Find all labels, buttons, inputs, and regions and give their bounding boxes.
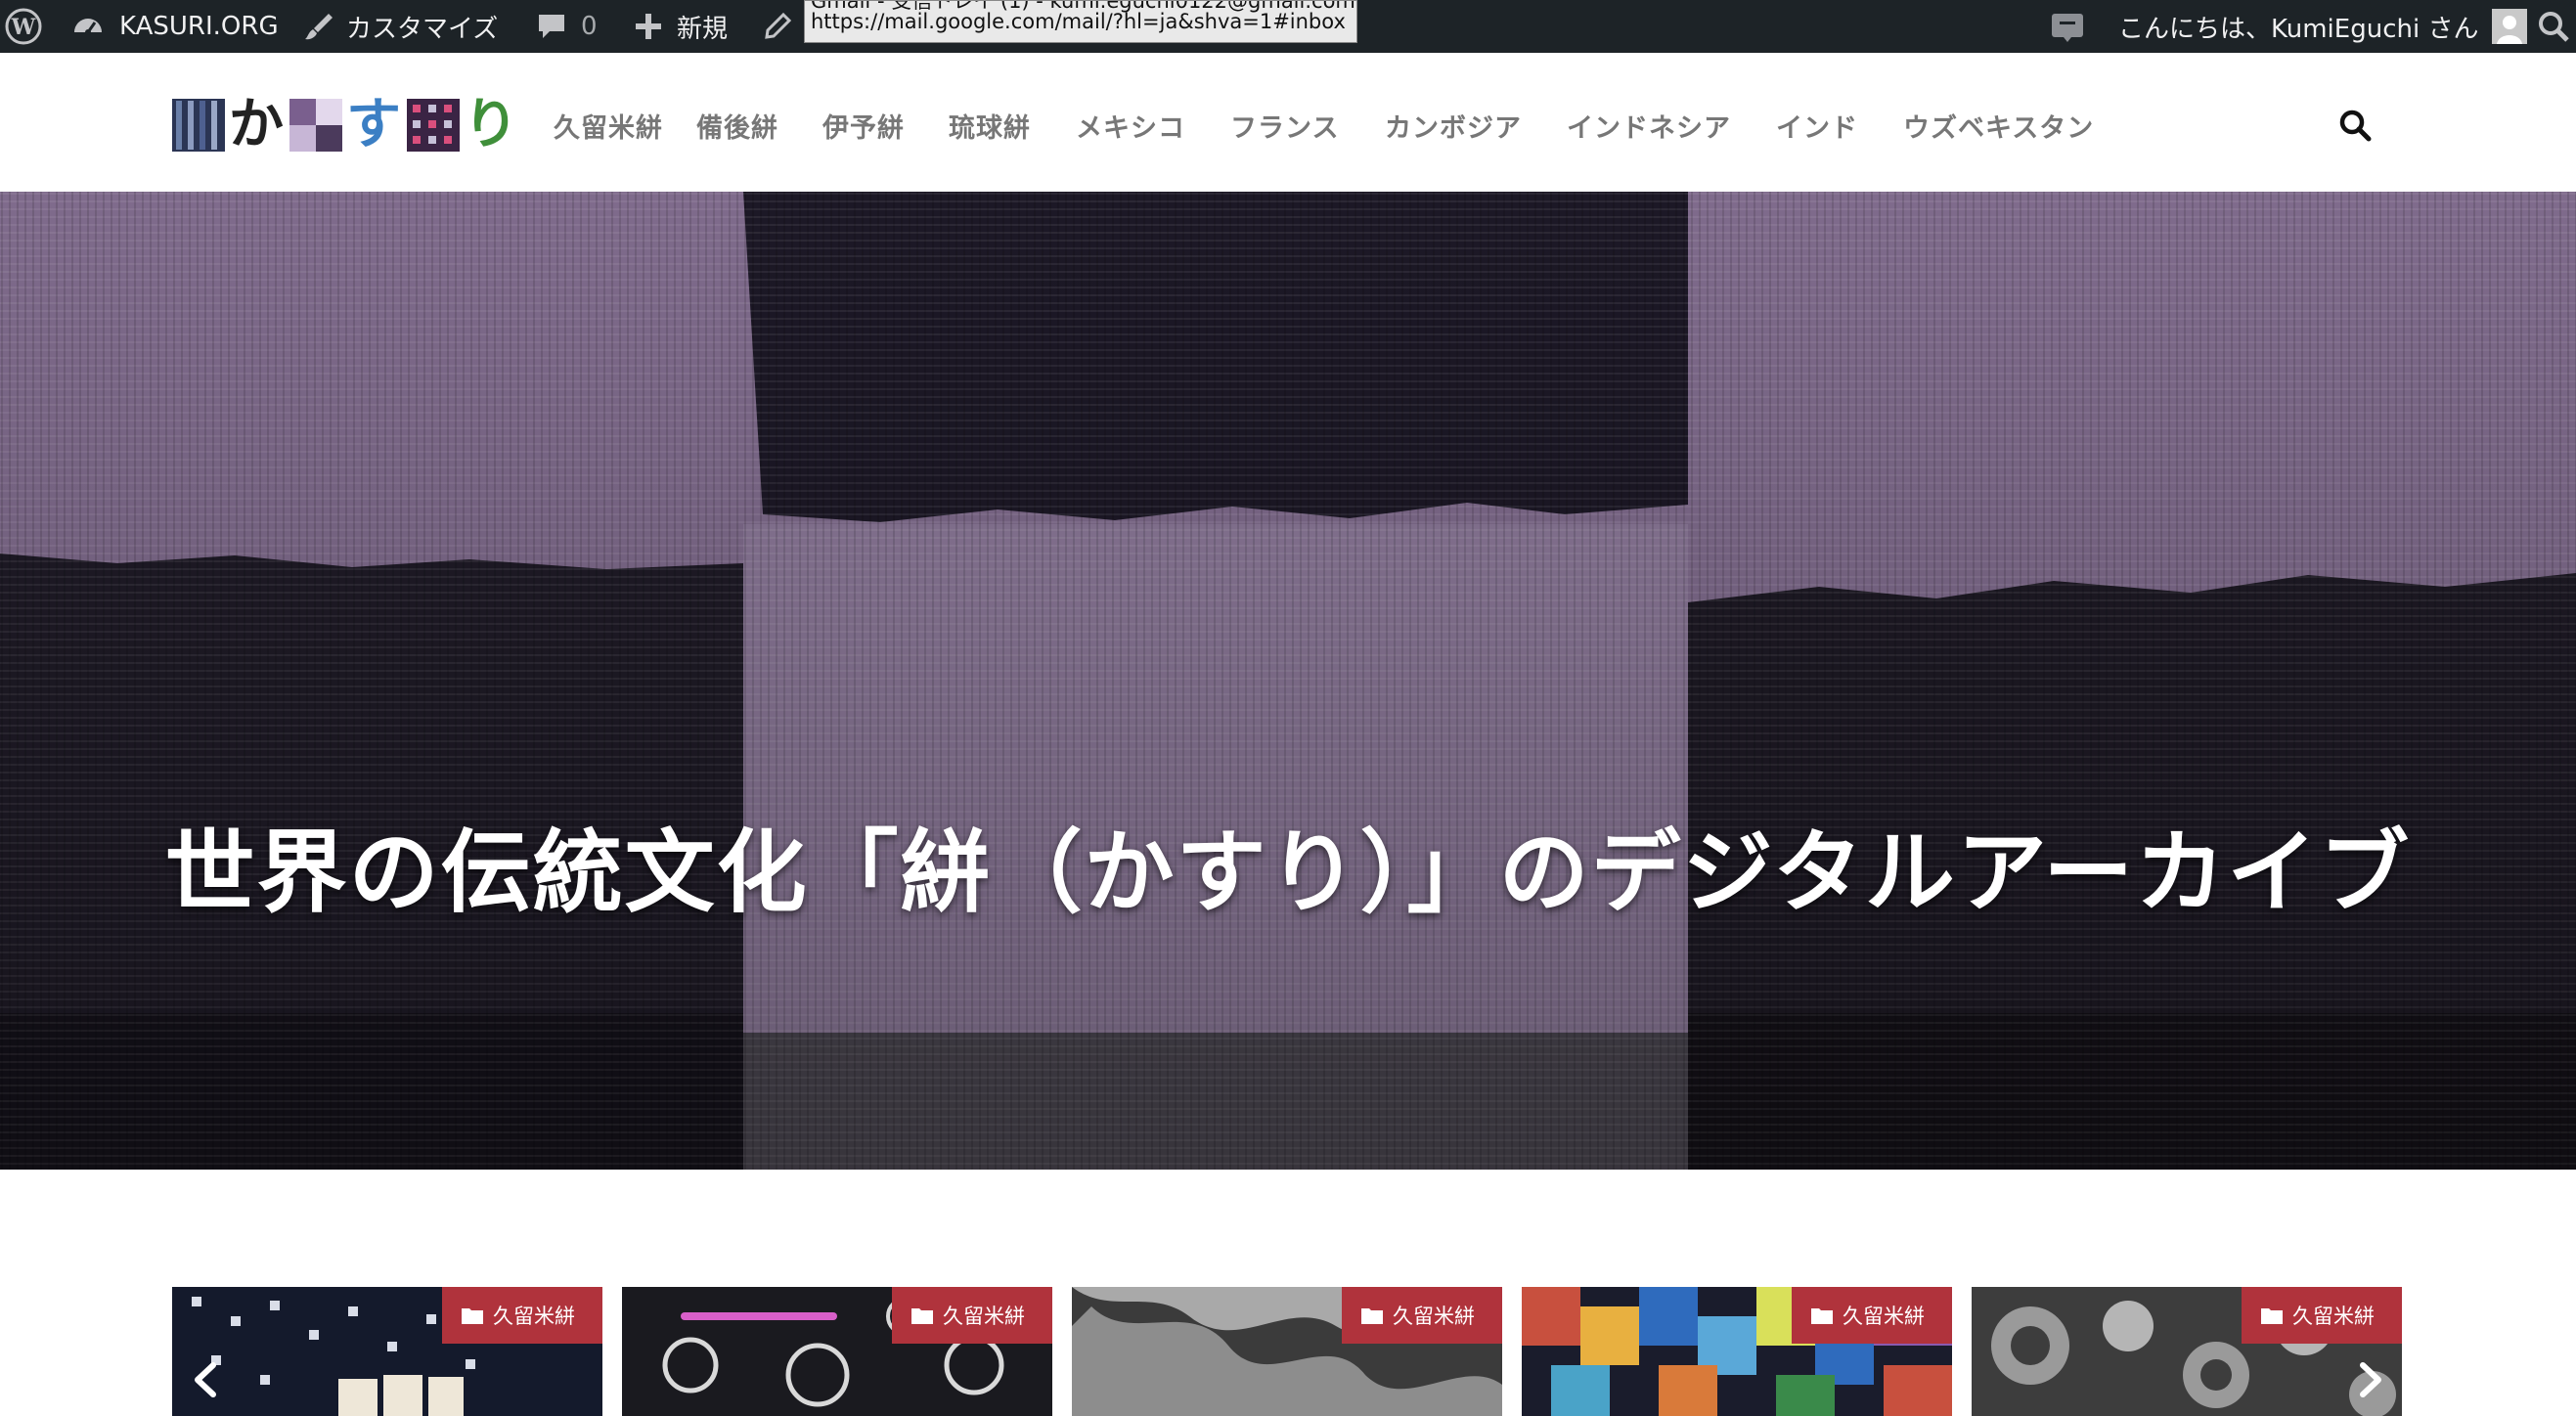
folder-icon bbox=[911, 1308, 933, 1324]
logo-char-ka: か bbox=[229, 93, 284, 156]
folder-icon bbox=[1811, 1308, 1833, 1324]
post-card[interactable]: 久留米絣 bbox=[1072, 1287, 1502, 1416]
comments-count: 0 bbox=[581, 12, 598, 41]
nav-item-mexico[interactable]: メキシコ bbox=[1076, 107, 1230, 145]
logo-char-su: す bbox=[346, 93, 401, 156]
nav-item-kurume[interactable]: 久留米絣 bbox=[554, 107, 696, 145]
customize-link[interactable]: カスタマイズ bbox=[303, 0, 498, 53]
site-name-link[interactable]: KASURI.ORG bbox=[70, 0, 279, 53]
logo-char-ri: り bbox=[464, 93, 518, 156]
new-content-link[interactable]: 新規 bbox=[634, 0, 728, 53]
category-badge[interactable]: 久留米絣 bbox=[1792, 1287, 1952, 1344]
edit-link[interactable] bbox=[763, 0, 792, 53]
my-account-link[interactable]: こんにちは、KumiEguchi さん bbox=[2118, 0, 2528, 53]
site-header: か す り 久留米絣 備後絣 伊予絣 琉球絣 メキシコ フランス カンボジア イ… bbox=[0, 53, 2576, 192]
post-card[interactable]: 久留米絣 bbox=[622, 1287, 1052, 1416]
site-name: KASURI.ORG bbox=[119, 12, 279, 41]
category-label: 久留米絣 bbox=[1843, 1305, 1925, 1328]
folder-icon bbox=[462, 1308, 483, 1324]
carousel-next-icon[interactable] bbox=[2351, 1355, 2390, 1404]
comments-link[interactable]: 0 bbox=[536, 0, 598, 53]
folder-icon bbox=[1361, 1308, 1383, 1324]
admin-search-icon[interactable] bbox=[2537, 0, 2570, 53]
nav-item-bingo[interactable]: 備後絣 bbox=[696, 107, 822, 145]
brush-icon bbox=[305, 14, 333, 40]
kasuri-pattern-tile-1 bbox=[172, 99, 225, 152]
kasuri-pattern-tile-2 bbox=[289, 99, 342, 152]
category-label: 久留米絣 bbox=[2292, 1305, 2375, 1328]
nav-item-indonesia[interactable]: インドネシア bbox=[1567, 107, 1776, 145]
search-icon[interactable] bbox=[2337, 108, 2373, 143]
nav-item-india[interactable]: インド bbox=[1776, 107, 1903, 145]
post-carousel: 久留米絣 久留米絣 久留米絣 久留米絣 久留米絣 bbox=[0, 1287, 2576, 1416]
category-label: 久留米絣 bbox=[943, 1305, 1025, 1328]
wordpress-logo-icon[interactable]: W bbox=[4, 0, 43, 53]
main-nav: 久留米絣 備後絣 伊予絣 琉球絣 メキシコ フランス カンボジア インドネシア … bbox=[554, 104, 2094, 147]
post-card[interactable]: 久留米絣 bbox=[172, 1287, 602, 1416]
post-card[interactable]: 久留米絣 bbox=[1522, 1287, 1952, 1416]
folder-icon bbox=[2261, 1308, 2283, 1324]
tooltip-url: https://mail.google.com/mail/?hl=ja&shva… bbox=[811, 10, 1346, 33]
category-badge[interactable]: 久留米絣 bbox=[442, 1287, 602, 1344]
comment-icon bbox=[539, 15, 564, 38]
notification-icon bbox=[2052, 14, 2083, 42]
nav-item-cambodia[interactable]: カンボジア bbox=[1385, 107, 1567, 145]
site-logo[interactable]: か す り bbox=[172, 96, 524, 155]
svg-text:W: W bbox=[11, 15, 36, 40]
notification-link[interactable] bbox=[2050, 0, 2085, 53]
link-tooltip: Gmail - 受信トレイ (1) - kumi.eguchi0122@gmai… bbox=[804, 0, 1357, 43]
category-badge[interactable]: 久留米絣 bbox=[1342, 1287, 1502, 1344]
kasuri-fabric-image bbox=[0, 192, 2576, 1170]
pencil-icon bbox=[765, 12, 792, 39]
hero-banner: 世界の伝統文化「絣（かすり）」のデジタルアーカイブ bbox=[0, 192, 2576, 1170]
carousel-prev-icon[interactable] bbox=[186, 1355, 225, 1404]
new-label: 新規 bbox=[677, 14, 729, 44]
category-label: 久留米絣 bbox=[493, 1305, 575, 1328]
nav-item-france[interactable]: フランス bbox=[1230, 107, 1385, 145]
greeting: こんにちは、KumiEguchi さん bbox=[2118, 14, 2479, 44]
nav-item-ryukyu[interactable]: 琉球絣 bbox=[949, 107, 1076, 145]
nav-item-iyo[interactable]: 伊予絣 bbox=[822, 107, 949, 145]
category-badge[interactable]: 久留米絣 bbox=[2242, 1287, 2402, 1344]
nav-item-uzbekistan[interactable]: ウズベキスタン bbox=[1903, 107, 2094, 145]
category-label: 久留米絣 bbox=[1393, 1305, 1475, 1328]
kasuri-pattern-tile-3 bbox=[407, 99, 460, 152]
customize-label: カスタマイズ bbox=[346, 14, 499, 44]
dashboard-icon bbox=[74, 19, 102, 35]
category-badge[interactable]: 久留米絣 bbox=[892, 1287, 1052, 1344]
plus-icon bbox=[636, 14, 661, 39]
hero-title: 世界の伝統文化「絣（かすり）」のデジタルアーカイブ bbox=[164, 820, 2412, 925]
avatar bbox=[2492, 9, 2528, 44]
post-card[interactable]: 久留米絣 bbox=[1972, 1287, 2402, 1416]
